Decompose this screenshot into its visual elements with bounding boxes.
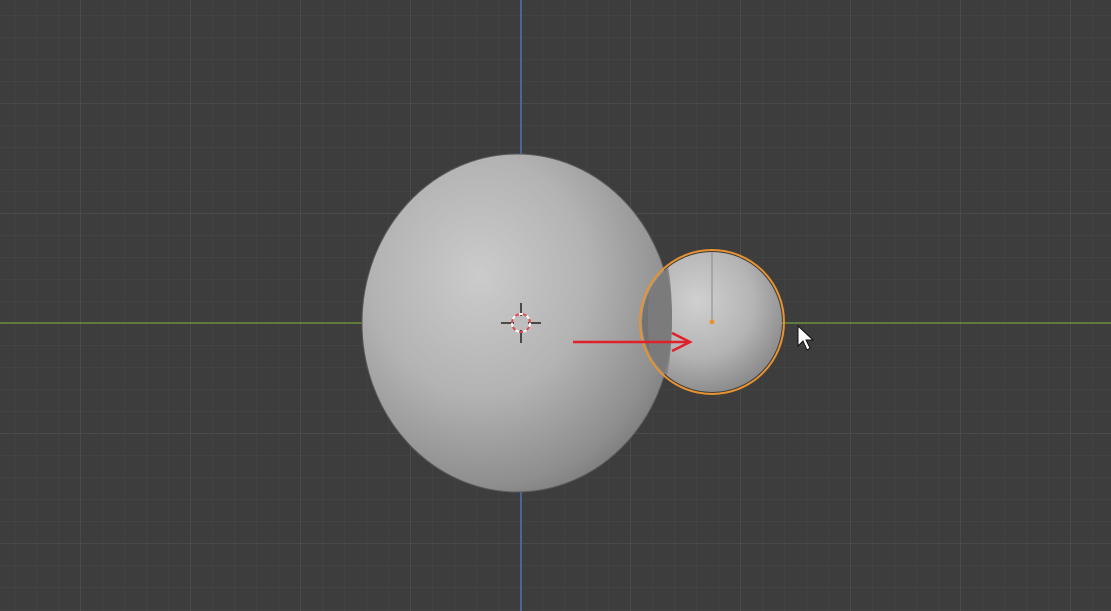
viewport-canvas[interactable] <box>0 0 1111 611</box>
3d-viewport[interactable] <box>0 0 1111 611</box>
sphere-large[interactable] <box>361 153 673 493</box>
object-origin-dot <box>709 319 715 325</box>
